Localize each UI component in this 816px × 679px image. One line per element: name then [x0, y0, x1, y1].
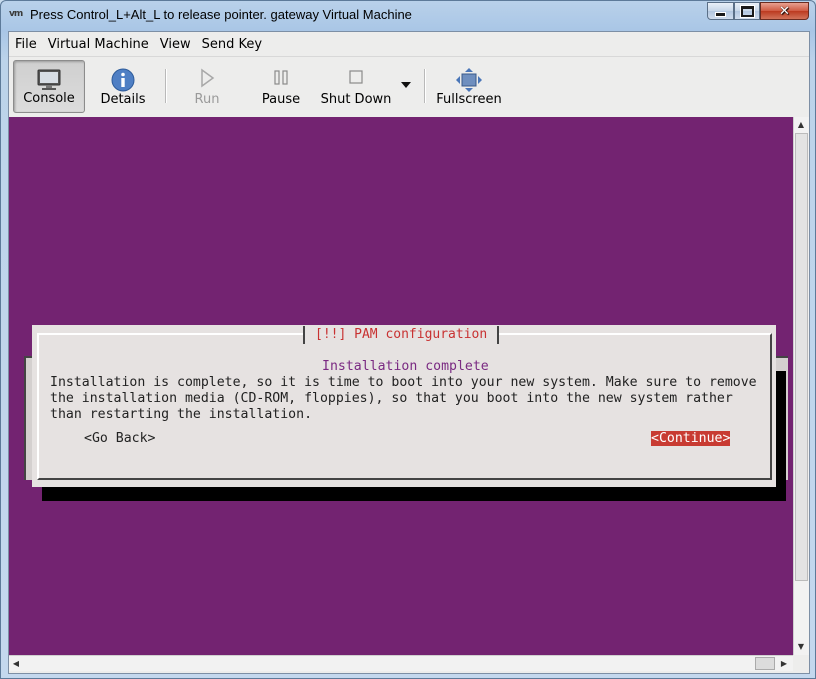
fullscreen-button[interactable]: Fullscreen: [433, 60, 505, 113]
run-label: Run: [194, 92, 220, 107]
dialog-shadow: [42, 487, 786, 501]
vertical-scrollbar[interactable]: ▲ ▼: [793, 117, 809, 655]
toolbar-separator: [165, 69, 167, 103]
fullscreen-icon: [456, 68, 482, 92]
maximize-button[interactable]: [734, 2, 760, 20]
vertical-scroll-thumb[interactable]: [795, 133, 808, 581]
info-icon: [111, 68, 135, 92]
shut-down-label: Shut Down: [320, 92, 392, 107]
menu-send-key[interactable]: Send Key: [196, 37, 267, 52]
close-button[interactable]: ✕: [760, 2, 809, 20]
menu-file[interactable]: File: [9, 37, 42, 52]
go-back-button[interactable]: <Go Back>: [84, 431, 155, 446]
pause-button[interactable]: Pause: [247, 60, 315, 113]
menu-view[interactable]: View: [154, 37, 196, 52]
dialog-heading: Installation complete: [322, 359, 489, 374]
monitor-icon: [37, 69, 61, 90]
scroll-up-icon[interactable]: ▲: [794, 117, 808, 131]
scroll-down-icon[interactable]: ▼: [794, 639, 808, 653]
shut-down-menu-button[interactable]: [397, 60, 415, 113]
toolbar: Console Details Run Pause Shut Down Full…: [9, 56, 809, 118]
stop-icon: [349, 70, 363, 84]
window-client-area: File Virtual Machine View Send Key Conso…: [8, 31, 810, 674]
menu-bar: File Virtual Machine View Send Key: [9, 32, 809, 56]
application-window: vm Press Control_L+Alt_L to release poin…: [0, 0, 816, 679]
minimize-icon: [715, 11, 726, 17]
horizontal-scroll-thumb[interactable]: [755, 657, 775, 670]
window-title: Press Control_L+Alt_L to release pointer…: [30, 7, 412, 22]
details-label: Details: [100, 92, 146, 107]
maximize-icon: [739, 4, 755, 18]
console-button[interactable]: Console: [13, 60, 85, 113]
scroll-right-icon[interactable]: ▶: [777, 656, 791, 670]
scrollbar-corner: [793, 655, 809, 671]
play-icon: [201, 68, 215, 88]
app-icon: vm: [9, 9, 23, 19]
installer-dialog: [!!] PAM configuration Installation comp…: [32, 325, 776, 487]
pause-icon: [274, 70, 288, 85]
pause-label: Pause: [261, 92, 301, 107]
console-label: Console: [23, 91, 75, 106]
menu-virtual-machine[interactable]: Virtual Machine: [42, 37, 154, 52]
title-bar[interactable]: vm Press Control_L+Alt_L to release poin…: [1, 1, 815, 31]
dialog-message: Installation is complete, so it is time …: [50, 375, 757, 422]
fullscreen-label: Fullscreen: [436, 92, 502, 107]
details-button[interactable]: Details: [89, 60, 157, 113]
scroll-left-icon[interactable]: ◀: [9, 656, 23, 670]
vm-console-display[interactable]: [!!] PAM configuration Installation comp…: [9, 117, 793, 655]
dialog-title: [!!] PAM configuration: [303, 326, 500, 344]
dropdown-arrow-icon: [401, 82, 411, 88]
minimize-button[interactable]: [707, 2, 734, 20]
horizontal-scrollbar[interactable]: ◀ ▶: [9, 655, 793, 671]
run-button[interactable]: Run: [175, 60, 239, 113]
shut-down-button[interactable]: Shut Down: [317, 60, 395, 113]
close-icon: ✕: [779, 3, 790, 19]
toolbar-separator: [424, 69, 426, 103]
continue-button[interactable]: <Continue>: [651, 431, 731, 446]
